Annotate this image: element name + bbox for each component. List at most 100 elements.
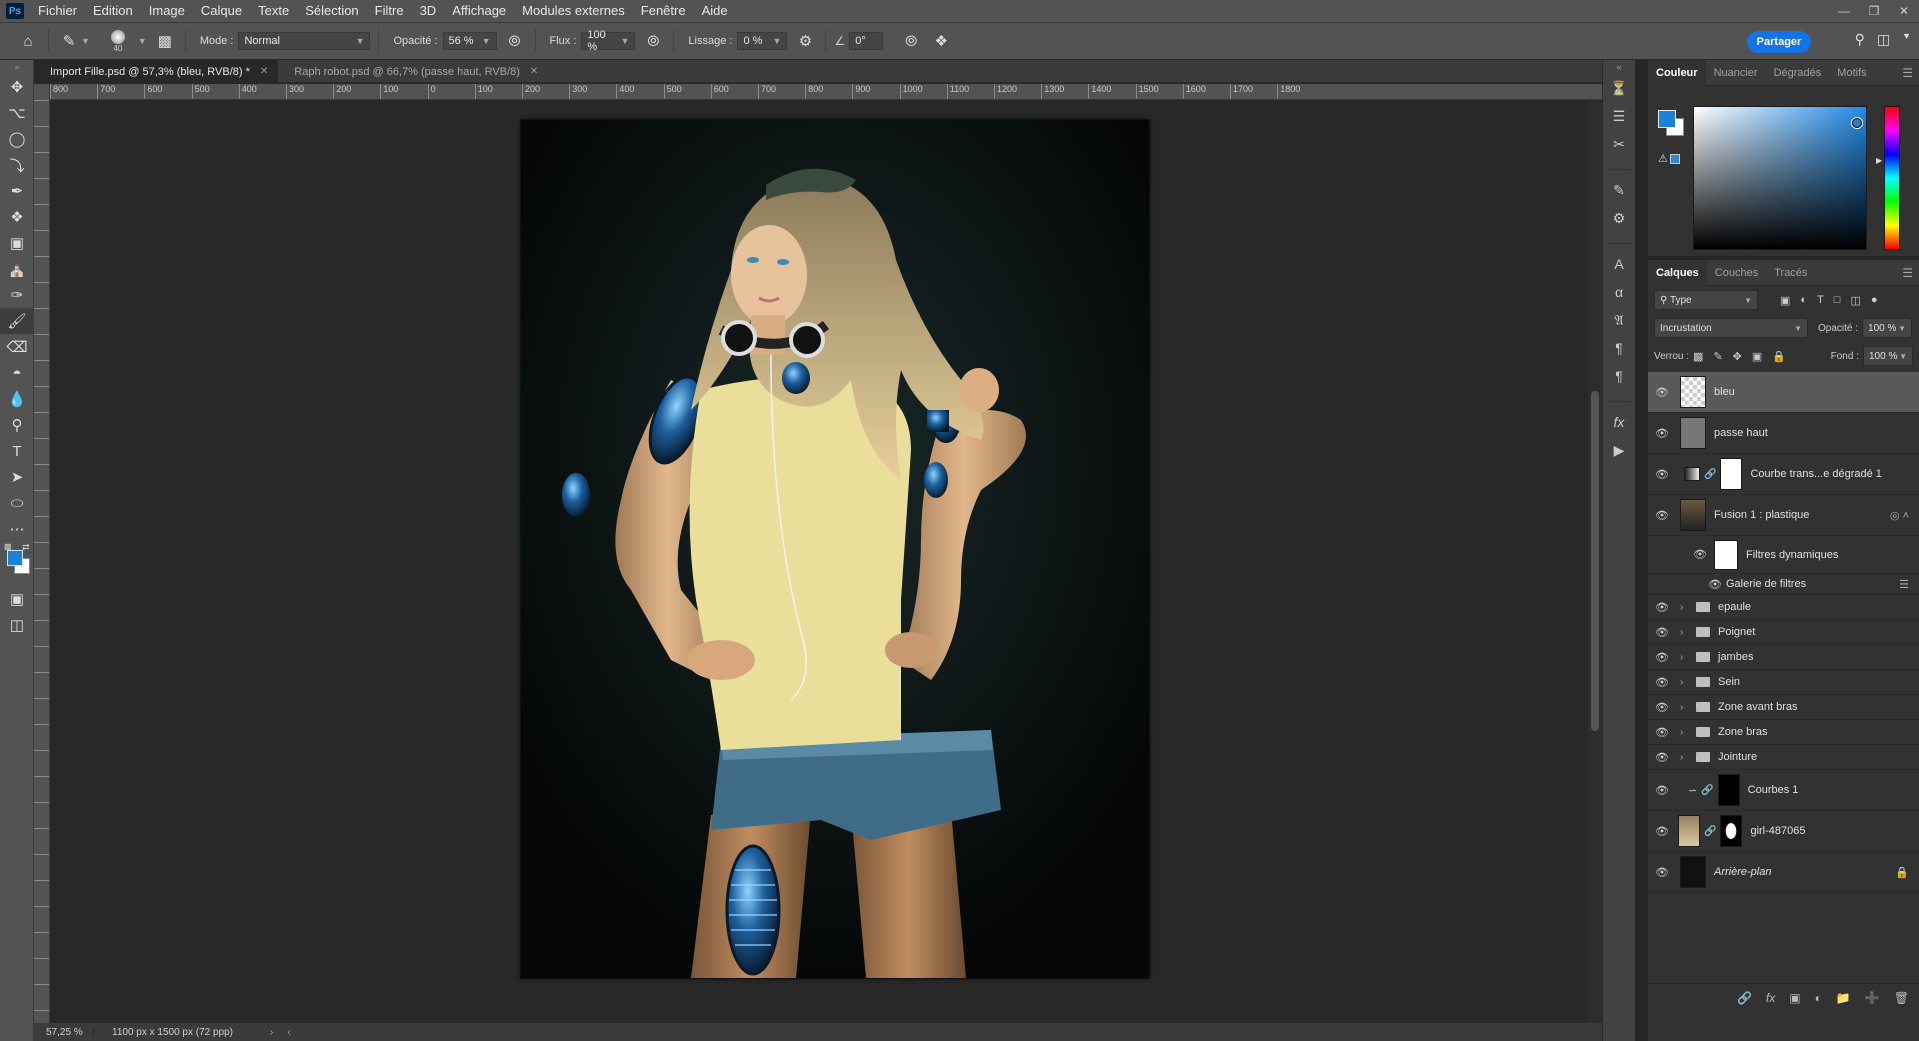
eraser-tool-icon[interactable]: ⌫ <box>0 334 34 360</box>
character-icon[interactable]: A <box>1603 250 1635 278</box>
type-tool-icon[interactable]: T <box>0 438 34 464</box>
angle-field[interactable]: 0° <box>849 32 884 50</box>
filter-mask-thumbnail[interactable] <box>1714 539 1738 570</box>
pressure-opacity-icon[interactable]: ⦾ <box>503 29 527 53</box>
layer-fusion-plastique[interactable]: 👁 Fusion 1 : plastique ◎ ˄ <box>1648 495 1919 536</box>
move-tool-icon[interactable]: ✥ <box>0 74 34 100</box>
layer-mask-thumbnail[interactable] <box>1717 774 1740 806</box>
panel-menu-icon[interactable]: ☰ <box>1902 266 1913 280</box>
home-icon[interactable]: ⌂ <box>16 29 40 53</box>
close-icon[interactable]: ✕ <box>1889 0 1919 22</box>
quick-mask-icon[interactable]: ▣ <box>0 586 34 612</box>
menu-3d[interactable]: 3D <box>412 0 445 22</box>
more-tools-icon[interactable]: ⋯ <box>0 516 34 542</box>
chain-icon[interactable]: 🔗 <box>1704 826 1716 837</box>
lock-all-icon[interactable]: 🔒 <box>1772 350 1786 363</box>
layer-opacity-field[interactable]: 100 % ▼ <box>1862 318 1913 338</box>
menu-filtre[interactable]: Filtre <box>367 0 412 22</box>
layer-arriere-plan[interactable]: 👁 Arrière-plan 🔒 <box>1648 852 1919 893</box>
layer-courbes-1[interactable]: 👁 ∽ 🔗 Courbes 1 <box>1648 770 1919 811</box>
path-selection-tool-icon[interactable]: ➤ <box>0 464 34 490</box>
swap-colors-icon[interactable]: ⇄ <box>22 542 30 553</box>
tab-degrades[interactable]: Dégradés <box>1766 60 1830 86</box>
crop-tool-icon[interactable]: ⌥ <box>0 100 34 126</box>
lasso-tool-icon[interactable]: ⤵ <box>0 152 34 178</box>
eyedropper-tool-icon[interactable]: ✑ <box>0 282 34 308</box>
paint-bucket-tool-icon[interactable]: ◓ <box>0 360 34 386</box>
color-swatches[interactable]: ▩ ⇄ <box>0 542 34 586</box>
eye-icon[interactable]: 👁 <box>1650 509 1674 522</box>
group-epaule[interactable]: 👁 › epaule <box>1648 595 1919 620</box>
smart-object-filter-icon[interactable]: ◫ <box>1850 294 1860 307</box>
group-zone-avant-bras[interactable]: 👁 › Zone avant bras <box>1648 695 1919 720</box>
history-icon[interactable]: ⏳ <box>1603 74 1635 102</box>
new-adjustment-icon[interactable]: ◐ <box>1815 991 1822 1005</box>
menu-calque[interactable]: Calque <box>193 0 250 22</box>
layer-filtres-dynamiques[interactable]: 👁 Filtres dynamiques <box>1648 536 1919 574</box>
vertical-ruler[interactable] <box>34 84 50 1023</box>
dodge-tool-icon[interactable]: ⚲ <box>0 412 34 438</box>
add-mask-icon[interactable]: ▣ <box>1789 991 1800 1005</box>
layer-courbe-degrade[interactable]: 👁 🔗 Courbe trans...e dégradé 1 <box>1648 454 1919 495</box>
chevron-down-icon[interactable]: ▼ <box>1902 31 1911 48</box>
pixel-filter-icon[interactable]: ▣ <box>1780 294 1790 307</box>
layer-galerie-filtres[interactable]: 👁 Galerie de filtres ☰ <box>1648 574 1919 595</box>
pressure-size-icon[interactable]: ⦾ <box>899 29 923 53</box>
flow-field[interactable]: 100 % ▼ <box>581 29 636 53</box>
fill-field[interactable]: 100 % ▼ <box>1863 346 1913 366</box>
panel-menu-icon[interactable]: ☰ <box>1902 66 1913 80</box>
lock-image-icon[interactable]: ✎ <box>1713 350 1722 363</box>
chevron-right-icon[interactable]: › <box>1680 627 1688 638</box>
tab-calques[interactable]: Calques <box>1648 259 1707 286</box>
adjustments-icon[interactable]: ☰ <box>1603 102 1635 130</box>
smoothing-field[interactable]: 0 % ▼ <box>737 32 788 50</box>
eye-icon[interactable]: 👁 <box>1650 825 1674 838</box>
gear-icon[interactable]: ⚙ <box>793 29 817 53</box>
layer-bleu[interactable]: 👁 bleu <box>1648 372 1919 413</box>
brush-tool-icon[interactable]: 🖌 <box>0 308 34 334</box>
tab-traces[interactable]: Tracés <box>1766 260 1815 286</box>
menu-affichage[interactable]: Affichage <box>444 0 514 22</box>
adjustment-filter-icon[interactable]: ◐ <box>1800 294 1807 307</box>
layer-filter-select[interactable]: ⚲ Type ▼ <box>1654 290 1758 310</box>
blur-tool-icon[interactable]: 💧 <box>0 386 34 412</box>
chevron-right-icon[interactable]: › <box>270 1027 273 1038</box>
gamut-color-swatch[interactable] <box>1670 154 1680 164</box>
lock-icon[interactable]: 🔒 <box>1895 866 1909 879</box>
horizontal-ruler[interactable]: 800 700 600 500 400 300 200 100 0 100 200 300 400 500… <box>50 84 1602 100</box>
quick-selection-tool-icon[interactable]: ❖ <box>0 204 34 230</box>
eye-icon[interactable]: 👁 <box>1650 427 1674 440</box>
gamut-warning-icon[interactable]: ⚠ <box>1658 152 1668 165</box>
frame-tool-icon[interactable]: ▣ <box>0 230 34 256</box>
brush-settings-icon[interactable]: ⚙ <box>1603 204 1635 232</box>
close-tab-icon[interactable]: ✕ <box>260 66 268 77</box>
chevron-left-icon[interactable]: ‹ <box>287 1027 290 1038</box>
minimize-icon[interactable]: — <box>1829 0 1859 22</box>
tab-couleur[interactable]: Couleur <box>1648 59 1706 86</box>
airbrush-icon[interactable]: ⦾ <box>641 29 665 53</box>
eye-icon[interactable]: 👁 <box>1650 726 1674 739</box>
actions-icon[interactable]: ▶ <box>1603 436 1635 464</box>
smart-filter-expand-icon[interactable]: ◎ ˄ <box>1890 509 1909 522</box>
eye-icon[interactable]: 👁 <box>1650 866 1674 879</box>
lock-transparent-icon[interactable]: ▩ <box>1693 350 1703 363</box>
paragraph-icon[interactable]: ¶ <box>1603 334 1635 362</box>
layer-mask-thumbnail[interactable] <box>1720 815 1743 847</box>
eye-icon[interactable]: 👁 <box>1708 578 1722 591</box>
filter-options-icon[interactable]: ☰ <box>1899 578 1909 591</box>
fx-icon[interactable]: fx <box>1766 991 1775 1005</box>
eye-icon[interactable]: 👁 <box>1650 601 1674 614</box>
group-zone-bras[interactable]: 👁 › Zone bras <box>1648 720 1919 745</box>
eye-icon[interactable]: 👁 <box>1650 626 1674 639</box>
menu-modules-externes[interactable]: Modules externes <box>514 0 633 22</box>
menu-selection[interactable]: Sélection <box>297 0 366 22</box>
search-icon[interactable]: ⚲ <box>1855 31 1865 48</box>
menu-fichier[interactable]: Fichier <box>30 0 85 22</box>
menu-texte[interactable]: Texte <box>250 0 297 22</box>
chevron-right-icon[interactable]: › <box>1680 677 1688 688</box>
lock-position-icon[interactable]: ✥ <box>1733 350 1742 363</box>
brushes-icon[interactable]: ✎ <box>1603 176 1635 204</box>
tab-couches[interactable]: Couches <box>1707 260 1766 286</box>
color-picker-marker[interactable] <box>1852 118 1862 128</box>
eye-icon[interactable]: 👁 <box>1650 701 1674 714</box>
